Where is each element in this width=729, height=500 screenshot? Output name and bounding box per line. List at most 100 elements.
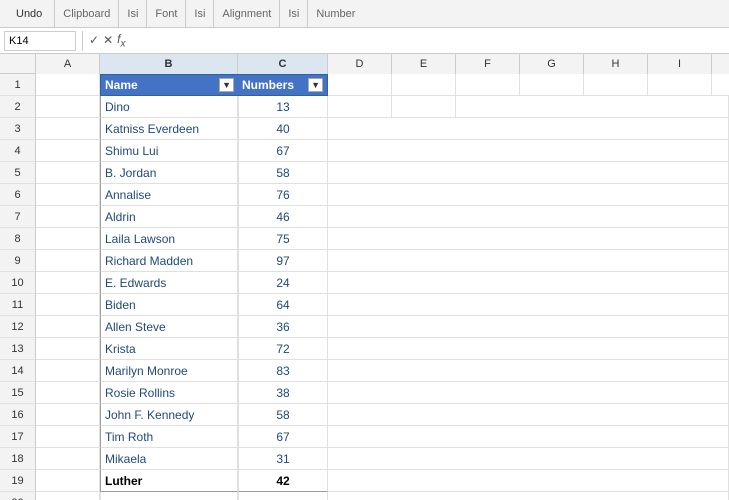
cell-18rest[interactable]	[328, 448, 729, 470]
cell-15rest[interactable]	[328, 382, 729, 404]
cell-11c[interactable]: 64	[238, 294, 328, 316]
cell-19c[interactable]: 42	[238, 470, 328, 492]
checkmark-icon[interactable]: ✓	[89, 33, 99, 47]
cell-8c[interactable]: 75	[238, 228, 328, 250]
cell-10b[interactable]: E. Edwards	[100, 272, 238, 294]
cell-3rest[interactable]	[328, 118, 729, 140]
cell-1j[interactable]	[712, 74, 729, 96]
cell-1e[interactable]	[392, 74, 456, 96]
cell-14c[interactable]: 83	[238, 360, 328, 382]
row-num-10[interactable]: 10	[0, 272, 35, 294]
cell-5c[interactable]: 58	[238, 162, 328, 184]
row-num-12[interactable]: 12	[0, 316, 35, 338]
cell-16rest[interactable]	[328, 404, 729, 426]
function-icon[interactable]: fx	[117, 32, 125, 49]
cell-3a[interactable]	[36, 118, 100, 140]
row-num-16[interactable]: 16	[0, 404, 35, 426]
row-num-7[interactable]: 7	[0, 206, 35, 228]
cell-16b[interactable]: John F. Kennedy	[100, 404, 238, 426]
cell-6c[interactable]: 76	[238, 184, 328, 206]
col-header-b[interactable]: B	[100, 54, 238, 74]
cell-2rest[interactable]	[456, 96, 729, 118]
cell-6b[interactable]: Annalise	[100, 184, 238, 206]
row-num-13[interactable]: 13	[0, 338, 35, 360]
cell-4rest[interactable]	[328, 140, 729, 162]
cell-9b[interactable]: Richard Madden	[100, 250, 238, 272]
row-num-6[interactable]: 6	[0, 184, 35, 206]
cell-6a[interactable]	[36, 184, 100, 206]
cell-18b[interactable]: Mikaela	[100, 448, 238, 470]
cell-13rest[interactable]	[328, 338, 729, 360]
cell-8a[interactable]	[36, 228, 100, 250]
row-num-1[interactable]: 1	[0, 74, 35, 96]
cell-14a[interactable]	[36, 360, 100, 382]
row-num-4[interactable]: 4	[0, 140, 35, 162]
cell-20c[interactable]	[238, 492, 328, 500]
cancel-icon[interactable]: ✕	[103, 33, 113, 47]
filter-icon-name[interactable]: ▼	[219, 78, 234, 92]
cell-15a[interactable]	[36, 382, 100, 404]
cell-7b[interactable]: Aldrin	[100, 206, 238, 228]
cell-2b[interactable]: Dino	[100, 96, 238, 118]
cell-7rest[interactable]	[328, 206, 729, 228]
cell-14b[interactable]: Marilyn Monroe	[100, 360, 238, 382]
filter-icon-numbers[interactable]: ▼	[308, 78, 323, 92]
col-header-e[interactable]: E	[392, 54, 456, 74]
cell-16c[interactable]: 58	[238, 404, 328, 426]
cell-13b[interactable]: Krista	[100, 338, 238, 360]
row-num-18[interactable]: 18	[0, 448, 35, 470]
cell-20rest[interactable]	[328, 492, 729, 500]
cell-1b[interactable]: Name ▼	[100, 74, 238, 96]
cell-13c[interactable]: 72	[238, 338, 328, 360]
col-header-g[interactable]: G	[520, 54, 584, 74]
row-num-3[interactable]: 3	[0, 118, 35, 140]
cell-10c[interactable]: 24	[238, 272, 328, 294]
row-num-14[interactable]: 14	[0, 360, 35, 382]
cell-1h[interactable]	[584, 74, 648, 96]
cell-14rest[interactable]	[328, 360, 729, 382]
cell-12c[interactable]: 36	[238, 316, 328, 338]
cell-1f[interactable]	[456, 74, 520, 96]
cell-17b[interactable]: Tim Roth	[100, 426, 238, 448]
cell-2c[interactable]: 13	[238, 96, 328, 118]
cell-reference-box[interactable]: K14	[4, 31, 76, 51]
cell-9c[interactable]: 97	[238, 250, 328, 272]
col-header-j[interactable]: J	[712, 54, 729, 74]
cell-17c[interactable]: 67	[238, 426, 328, 448]
col-header-a[interactable]: A	[36, 54, 100, 74]
cell-15b[interactable]: Rosie Rollins	[100, 382, 238, 404]
cell-2e[interactable]	[392, 96, 456, 118]
row-num-19[interactable]: 19	[0, 470, 35, 492]
cell-10a[interactable]	[36, 272, 100, 294]
cell-2a[interactable]	[36, 96, 100, 118]
formula-input[interactable]	[129, 31, 725, 51]
cell-5rest[interactable]	[328, 162, 729, 184]
cell-12rest[interactable]	[328, 316, 729, 338]
cell-6rest[interactable]	[328, 184, 729, 206]
cell-8rest[interactable]	[328, 228, 729, 250]
cell-9a[interactable]	[36, 250, 100, 272]
row-num-5[interactable]: 5	[0, 162, 35, 184]
cell-4c[interactable]: 67	[238, 140, 328, 162]
cell-1c[interactable]: Numbers ▼	[238, 74, 328, 96]
row-num-2[interactable]: 2	[0, 96, 35, 118]
cell-5a[interactable]	[36, 162, 100, 184]
cell-1d[interactable]	[328, 74, 392, 96]
cell-19a[interactable]	[36, 470, 100, 492]
cell-3c[interactable]: 40	[238, 118, 328, 140]
cell-1a[interactable]	[36, 74, 100, 96]
cell-2d[interactable]	[328, 96, 392, 118]
row-num-20[interactable]: 20	[0, 492, 35, 500]
cell-15c[interactable]: 38	[238, 382, 328, 404]
cell-12a[interactable]	[36, 316, 100, 338]
cell-11b[interactable]: Biden	[100, 294, 238, 316]
row-num-8[interactable]: 8	[0, 228, 35, 250]
row-num-11[interactable]: 11	[0, 294, 35, 316]
cell-5b[interactable]: B. Jordan	[100, 162, 238, 184]
cell-17rest[interactable]	[328, 426, 729, 448]
row-num-15[interactable]: 15	[0, 382, 35, 404]
cell-10rest[interactable]	[328, 272, 729, 294]
col-header-d[interactable]: D	[328, 54, 392, 74]
cell-1g[interactable]	[520, 74, 584, 96]
cell-19rest[interactable]	[328, 470, 729, 492]
